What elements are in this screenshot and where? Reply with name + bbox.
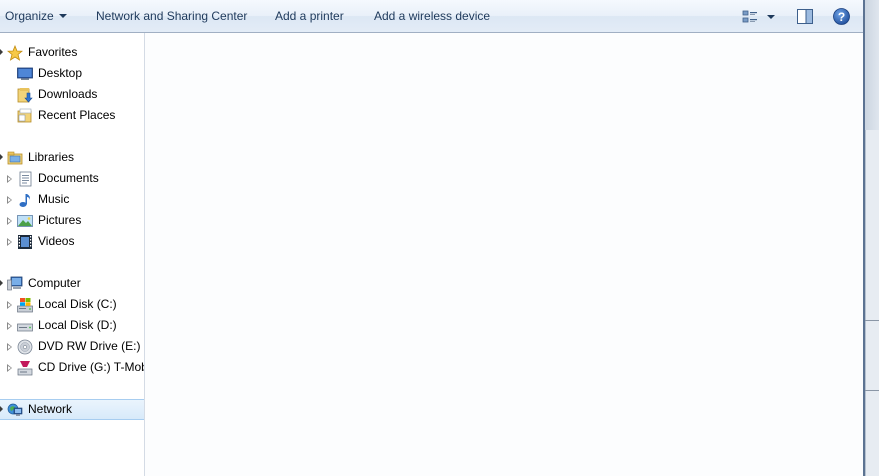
- edge-divider: [865, 320, 879, 321]
- network-icon: [7, 403, 23, 416]
- organize-label: Organize: [5, 9, 54, 23]
- nav-item-dvd-rw-drive[interactable]: DVD RW Drive (E:) M: [0, 336, 144, 357]
- nav-item-music-label: Music: [38, 192, 70, 206]
- add-printer-label: Add a printer: [275, 9, 344, 23]
- nav-item-pictures[interactable]: Pictures: [0, 210, 144, 231]
- cd-drive-icon: [17, 361, 33, 376]
- nav-network-label: Network: [28, 402, 73, 416]
- nav-libraries-label: Libraries: [28, 150, 75, 164]
- hard-drive-icon: [17, 323, 33, 332]
- nav-item-recent-places-label: Recent Places: [38, 108, 116, 122]
- collapsed-arrow-icon[interactable]: [7, 196, 12, 204]
- organize-button[interactable]: Organize: [5, 0, 67, 33]
- content-area[interactable]: [145, 33, 863, 476]
- nav-libraries[interactable]: Libraries: [0, 147, 144, 168]
- collapsed-arrow-icon[interactable]: [7, 217, 12, 225]
- explorer-window: Organize Network and Sharing Center Add …: [0, 0, 879, 476]
- collapsed-arrow-icon[interactable]: [7, 322, 12, 330]
- preview-pane-button[interactable]: [797, 9, 813, 24]
- nav-item-local-disk-c[interactable]: Local Disk (C:): [0, 294, 144, 315]
- expanded-arrow-icon[interactable]: [0, 280, 3, 286]
- nav-item-dvd-rw-drive-label: DVD RW Drive (E:) M: [38, 339, 144, 353]
- preview-pane-icon: [797, 9, 813, 24]
- nav-item-local-disk-d-label: Local Disk (D:): [38, 318, 117, 332]
- nav-item-desktop-label: Desktop: [38, 66, 83, 80]
- nav-item-videos[interactable]: Videos: [0, 231, 144, 252]
- nav-network[interactable]: Network: [0, 399, 144, 420]
- nav-item-music[interactable]: Music: [0, 189, 144, 210]
- edge-divider: [865, 390, 879, 391]
- collapsed-arrow-icon[interactable]: [7, 175, 12, 183]
- nav-item-documents-label: Documents: [38, 171, 99, 185]
- system-drive-icon: [17, 298, 33, 313]
- expanded-arrow-icon[interactable]: [0, 49, 3, 55]
- network-sharing-center-label: Network and Sharing Center: [96, 9, 248, 23]
- nav-favorites[interactable]: Favorites: [0, 42, 144, 63]
- nav-item-local-disk-c-label: Local Disk (C:): [38, 297, 117, 311]
- nav-item-cd-drive-label: CD Drive (G:) T-Mob: [38, 360, 144, 374]
- nav-computer[interactable]: Computer: [0, 273, 144, 294]
- help-icon: ?: [833, 8, 850, 25]
- downloads-folder-icon: [17, 88, 33, 103]
- nav-item-downloads-label: Downloads: [38, 87, 98, 101]
- expanded-arrow-icon[interactable]: [0, 154, 3, 160]
- desktop-icon: [17, 67, 33, 80]
- nav-item-pictures-label: Pictures: [38, 213, 82, 227]
- navigation-pane: Favorites Desktop Downloads Recent Place…: [0, 33, 145, 476]
- nav-item-documents[interactable]: Documents: [0, 168, 144, 189]
- collapsed-arrow-icon[interactable]: [7, 301, 12, 309]
- add-wireless-device-button[interactable]: Add a wireless device: [374, 0, 490, 33]
- collapsed-arrow-icon[interactable]: [7, 364, 12, 372]
- views-button[interactable]: [742, 9, 758, 25]
- documents-icon: [19, 171, 32, 187]
- views-icon: [742, 10, 757, 23]
- videos-icon: [18, 235, 32, 249]
- recent-places-icon: [17, 108, 32, 123]
- add-wireless-device-label: Add a wireless device: [374, 9, 491, 23]
- nav-item-cd-drive[interactable]: CD Drive (G:) T-Mob: [0, 357, 144, 378]
- collapsed-arrow-icon[interactable]: [7, 343, 12, 351]
- background-window-edge: [865, 130, 879, 476]
- nav-computer-label: Computer: [28, 276, 81, 290]
- svg-text:?: ?: [838, 10, 845, 24]
- add-printer-button[interactable]: Add a printer: [275, 0, 344, 33]
- views-dropdown-icon[interactable]: [767, 15, 775, 19]
- command-bar: Organize Network and Sharing Center Add …: [0, 0, 863, 33]
- window-right-edge: [863, 0, 879, 476]
- help-button[interactable]: ?: [833, 8, 850, 25]
- music-note-icon: [19, 194, 30, 207]
- computer-icon: [7, 276, 23, 291]
- expanded-arrow-icon[interactable]: [0, 406, 3, 412]
- collapsed-arrow-icon[interactable]: [7, 238, 12, 246]
- nav-item-downloads[interactable]: Downloads: [0, 84, 144, 105]
- chevron-down-icon: [58, 14, 67, 18]
- nav-item-videos-label: Videos: [38, 234, 75, 248]
- star-icon: [7, 45, 23, 61]
- dvd-drive-icon: [17, 339, 33, 355]
- nav-favorites-label: Favorites: [28, 45, 78, 59]
- nav-item-recent-places[interactable]: Recent Places: [0, 105, 144, 126]
- nav-item-local-disk-d[interactable]: Local Disk (D:): [0, 315, 144, 336]
- nav-item-desktop[interactable]: Desktop: [0, 63, 144, 84]
- pictures-icon: [17, 215, 33, 227]
- network-sharing-center-button[interactable]: Network and Sharing Center: [96, 0, 247, 33]
- libraries-icon: [7, 151, 23, 165]
